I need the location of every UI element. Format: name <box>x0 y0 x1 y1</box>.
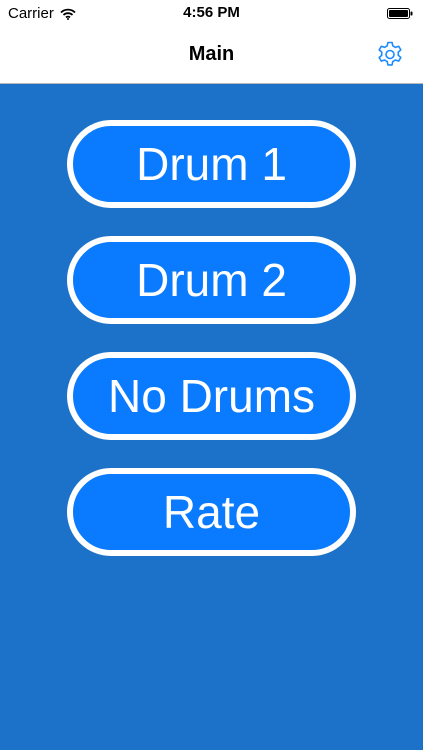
navigation-bar: Main <box>0 28 423 84</box>
status-time: 4:56 PM <box>183 4 240 21</box>
status-bar: Carrier 4:56 PM <box>0 0 423 28</box>
no-drums-button[interactable]: No Drums <box>67 352 356 440</box>
drum-1-button[interactable]: Drum 1 <box>67 120 356 208</box>
drum-2-button[interactable]: Drum 2 <box>67 236 356 324</box>
gear-icon[interactable] <box>375 40 405 70</box>
battery-icon <box>387 8 413 19</box>
rate-button[interactable]: Rate <box>67 468 356 556</box>
page-title: Main <box>188 43 235 65</box>
app-screen: Carrier 4:56 PM Main Drum 1 Drum 2 No Dr… <box>0 0 423 750</box>
